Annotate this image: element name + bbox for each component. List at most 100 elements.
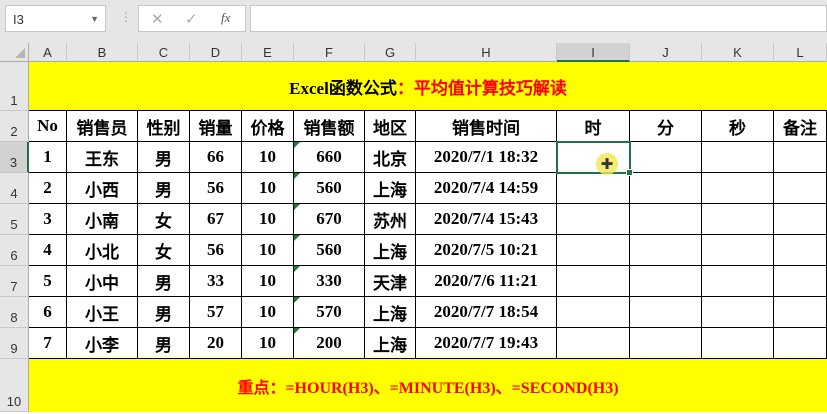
chevron-down-icon[interactable]: ▼ [90, 6, 99, 33]
column-header-L[interactable]: L [774, 43, 827, 62]
table-cell[interactable]: 10 [242, 142, 294, 173]
table-cell[interactable]: 4 [29, 235, 67, 266]
row-header-8[interactable]: 8 [0, 297, 29, 328]
table-cell[interactable]: 2020/7/1 18:32 [416, 142, 557, 173]
table-cell[interactable]: 上海 [365, 173, 416, 204]
table-cell[interactable]: 200 [294, 328, 365, 359]
table-cell[interactable]: 2020/7/4 15:43 [416, 204, 557, 235]
row-header-5[interactable]: 5 [0, 204, 29, 235]
header-cell[interactable]: 秒 [702, 111, 774, 142]
row-header-4[interactable]: 4 [0, 173, 29, 204]
table-cell[interactable]: 小北 [67, 235, 138, 266]
table-cell[interactable]: 男 [138, 173, 190, 204]
table-cell[interactable]: 7 [29, 328, 67, 359]
column-header-E[interactable]: E [242, 43, 294, 62]
title-banner[interactable]: Excel函数公式 ：平均值计算技巧解读 [29, 62, 827, 111]
table-cell[interactable]: 天津 [365, 266, 416, 297]
table-cell[interactable] [702, 173, 774, 204]
table-cell[interactable] [702, 266, 774, 297]
row-header-3[interactable]: 3 [0, 142, 29, 173]
row-header-2[interactable]: 2 [0, 111, 29, 142]
table-cell[interactable]: 56 [190, 235, 242, 266]
table-cell[interactable]: 66 [190, 142, 242, 173]
header-cell[interactable]: 时 [557, 111, 630, 142]
formula-input[interactable] [250, 5, 827, 32]
table-cell[interactable]: 5 [29, 266, 67, 297]
table-cell[interactable]: 6 [29, 297, 67, 328]
table-cell[interactable]: 2 [29, 173, 67, 204]
table-cell[interactable]: 10 [242, 235, 294, 266]
table-cell[interactable] [774, 204, 827, 235]
table-cell[interactable] [774, 297, 827, 328]
table-cell[interactable] [630, 204, 702, 235]
header-cell[interactable]: 分 [630, 111, 702, 142]
table-cell[interactable] [557, 297, 630, 328]
table-cell[interactable]: 670 [294, 204, 365, 235]
header-cell[interactable]: 备注 [774, 111, 827, 142]
table-cell[interactable]: 苏州 [365, 204, 416, 235]
note-banner[interactable]: 重点：=HOUR(H3)、=MINUTE(H3)、=SECOND(H3) [29, 359, 827, 412]
table-cell[interactable]: 2020/7/7 18:54 [416, 297, 557, 328]
header-cell[interactable]: No [29, 111, 67, 142]
header-cell[interactable]: 销量 [190, 111, 242, 142]
column-header-B[interactable]: B [67, 43, 138, 62]
table-cell[interactable] [774, 173, 827, 204]
cancel-icon[interactable]: ✕ [151, 10, 164, 28]
select-all-button[interactable] [0, 43, 29, 62]
table-cell[interactable]: 10 [242, 297, 294, 328]
header-cell[interactable]: 性别 [138, 111, 190, 142]
table-cell[interactable]: 男 [138, 297, 190, 328]
table-cell[interactable]: 北京 [365, 142, 416, 173]
column-header-K[interactable]: K [702, 43, 774, 62]
table-cell[interactable]: 10 [242, 328, 294, 359]
table-cell[interactable]: 67 [190, 204, 242, 235]
row-header-6[interactable]: 6 [0, 235, 29, 266]
column-header-C[interactable]: C [138, 43, 190, 62]
table-cell[interactable]: 56 [190, 173, 242, 204]
column-header-G[interactable]: G [365, 43, 416, 62]
table-cell[interactable]: 王东 [67, 142, 138, 173]
table-cell[interactable] [774, 235, 827, 266]
header-cell[interactable]: 价格 [242, 111, 294, 142]
table-cell[interactable] [557, 328, 630, 359]
table-cell[interactable] [630, 266, 702, 297]
table-cell[interactable]: 1 [29, 142, 67, 173]
table-cell[interactable]: 上海 [365, 297, 416, 328]
table-cell[interactable]: 20 [190, 328, 242, 359]
table-cell[interactable] [702, 142, 774, 173]
table-cell[interactable]: 女 [138, 235, 190, 266]
table-cell[interactable]: 2020/7/4 14:59 [416, 173, 557, 204]
row-header-7[interactable]: 7 [0, 266, 29, 297]
table-cell[interactable]: 570 [294, 297, 365, 328]
table-cell[interactable]: 3 [29, 204, 67, 235]
table-cell[interactable]: 560 [294, 235, 365, 266]
table-cell[interactable] [702, 235, 774, 266]
table-cell[interactable] [557, 173, 630, 204]
table-cell[interactable]: 10 [242, 266, 294, 297]
header-cell[interactable]: 地区 [365, 111, 416, 142]
table-cell[interactable]: 小西 [67, 173, 138, 204]
table-cell[interactable]: 2020/7/6 11:21 [416, 266, 557, 297]
name-box[interactable]: I3 ▼ [5, 5, 106, 32]
table-cell[interactable] [702, 204, 774, 235]
table-cell[interactable] [702, 297, 774, 328]
drag-handle-icon[interactable]: ⋮ [120, 10, 132, 24]
table-cell[interactable]: 男 [138, 266, 190, 297]
header-cell[interactable]: 销售时间 [416, 111, 557, 142]
table-cell[interactable] [630, 142, 702, 173]
table-cell[interactable]: 男 [138, 142, 190, 173]
table-cell[interactable] [557, 204, 630, 235]
table-cell[interactable] [630, 328, 702, 359]
column-header-D[interactable]: D [190, 43, 242, 62]
table-cell[interactable] [557, 266, 630, 297]
table-cell[interactable]: 660 [294, 142, 365, 173]
column-header-F[interactable]: F [294, 43, 365, 62]
table-cell[interactable] [774, 142, 827, 173]
table-cell[interactable]: 10 [242, 204, 294, 235]
table-cell[interactable] [774, 266, 827, 297]
table-cell[interactable]: 男 [138, 328, 190, 359]
table-cell[interactable]: 330 [294, 266, 365, 297]
selected-cell-I3[interactable] [556, 141, 633, 176]
row-header-10[interactable]: 10 [0, 359, 29, 412]
table-cell[interactable]: 33 [190, 266, 242, 297]
